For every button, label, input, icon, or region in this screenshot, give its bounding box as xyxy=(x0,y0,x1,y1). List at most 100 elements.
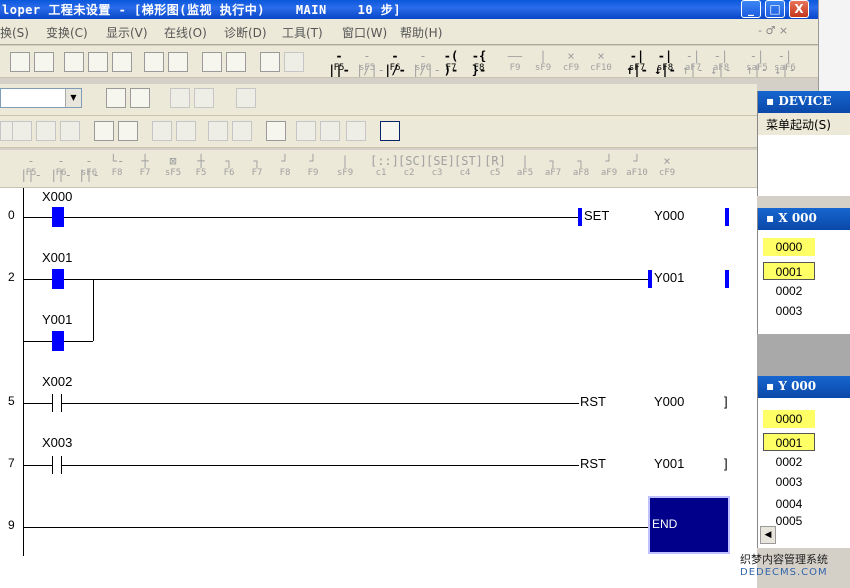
search-step-icon[interactable] xyxy=(112,52,132,72)
y-item-0004[interactable]: 0004 xyxy=(763,495,815,513)
tool-delete-line-icon[interactable]: × cF9 xyxy=(656,154,678,182)
tool-delete-icon[interactable]: ⊠ sF5 xyxy=(162,154,184,182)
sfc-edit-icon[interactable] xyxy=(12,121,32,141)
forced-off-icon[interactable] xyxy=(320,121,340,141)
y-item-0002[interactable]: 0002 xyxy=(763,453,815,471)
menu-item-help[interactable]: 帮助(H) xyxy=(400,24,442,41)
program-select[interactable]: ▼ xyxy=(0,88,82,108)
rising-edge-icon[interactable]: -|↑|- sF7 xyxy=(626,49,648,77)
undo-icon[interactable] xyxy=(10,52,30,72)
find-icon[interactable] xyxy=(266,121,286,141)
maximize-button[interactable]: □ xyxy=(765,0,785,18)
tool-block-icon[interactable]: [::] c1 xyxy=(370,154,399,182)
contact-a-icon[interactable]: -||- F5 xyxy=(328,49,350,77)
tool-branch-icon[interactable]: ┼ F7 xyxy=(134,154,156,182)
parallel-contact-b-icon[interactable]: -|/|- sF6 xyxy=(412,49,441,77)
y-item-0000[interactable]: 0000 xyxy=(763,410,815,428)
tool-corner-c-icon[interactable]: ┘ aF9 xyxy=(598,154,620,182)
y-item-0001[interactable]: 0001 xyxy=(763,433,815,451)
tool-corner-d-icon[interactable]: ┘ aF10 xyxy=(626,154,648,182)
delete-vertical-icon[interactable]: × cF10 xyxy=(590,49,612,77)
falling-edge-icon[interactable]: -|↓|- sF8 xyxy=(654,49,676,77)
scroll-left-icon[interactable]: ◀ xyxy=(760,526,776,544)
tool-sc-icon[interactable]: [SC] c2 xyxy=(398,154,427,182)
tool-vertical-icon[interactable]: | sF9 xyxy=(334,154,356,182)
zoom-in-icon[interactable] xyxy=(202,52,222,72)
contact-b-icon[interactable]: -|/- F6 xyxy=(384,49,406,77)
end-instruction-cursor[interactable]: END xyxy=(648,496,730,554)
menu-item-diagnose[interactable]: 诊断(D) xyxy=(224,24,267,41)
ladder-diagram[interactable]: 0 X000 SET Y000 2 X001 Y001 Y001 5 X002 … xyxy=(0,188,757,588)
parallel-contact-a-icon[interactable]: -|/|- sF5 xyxy=(356,49,385,77)
contact-x001-on[interactable] xyxy=(52,269,64,289)
read-mode-icon[interactable] xyxy=(168,52,188,72)
ladder-view-icon[interactable] xyxy=(106,88,126,108)
tool-se-icon[interactable]: [SE] c3 xyxy=(426,154,455,182)
coil-icon[interactable]: -( )- F7 xyxy=(440,49,462,77)
forced-on-icon[interactable] xyxy=(296,121,316,141)
tool-parallel-div-icon[interactable]: ┘ F8 xyxy=(274,154,296,182)
tool-corner-b-icon[interactable]: ┐ aF8 xyxy=(570,154,592,182)
comment-display-icon[interactable] xyxy=(260,52,280,72)
menu-item-replace[interactable]: 换(S) xyxy=(0,24,29,41)
x-item-0002[interactable]: 0002 xyxy=(763,282,815,300)
tool-parallel-conv-icon[interactable]: ┘ F9 xyxy=(302,154,324,182)
contact-x003-off[interactable] xyxy=(52,456,62,474)
menu-item-online[interactable]: 在线(O) xyxy=(164,24,207,41)
tool-r-icon[interactable]: [R] c5 xyxy=(484,154,506,182)
display-screen-icon[interactable] xyxy=(380,121,400,141)
device-batch-icon[interactable] xyxy=(94,121,114,141)
device-panel-menu[interactable]: 菜单起动(S) xyxy=(758,113,850,135)
menu-item-tools[interactable]: 工具(T) xyxy=(282,24,323,41)
monitor-start-icon[interactable] xyxy=(152,121,172,141)
redo-icon[interactable] xyxy=(34,52,54,72)
tool-jump-icon[interactable]: └- F8 xyxy=(106,154,128,182)
zoom-out-icon[interactable] xyxy=(226,52,246,72)
mdi-window-controls[interactable]: - ♂ × xyxy=(758,24,788,37)
minimize-button[interactable]: _ xyxy=(741,0,761,18)
falling-pulse-icon[interactable]: -|↓|- saF6 xyxy=(774,49,796,77)
x-item-0003[interactable]: 0003 xyxy=(763,302,815,320)
menu-item-convert[interactable]: 变换(C) xyxy=(46,24,88,41)
tool-divergence-icon[interactable]: ┐ F6 xyxy=(218,154,240,182)
settings-icon[interactable] xyxy=(284,52,304,72)
tool-contact-a-icon[interactable]: -||- F5 xyxy=(20,154,42,182)
application-instruction-icon[interactable]: -{ }- F8 xyxy=(468,49,490,77)
sfc-transition-icon[interactable] xyxy=(60,121,80,141)
monitor-icon[interactable] xyxy=(118,121,138,141)
chevron-down-icon[interactable]: ▼ xyxy=(65,89,81,107)
tool-corner-a-icon[interactable]: ┐ aF7 xyxy=(542,154,564,182)
close-button[interactable]: X xyxy=(789,0,809,18)
parallel-rising-edge-icon[interactable]: -|↑|- aF7 xyxy=(682,49,704,77)
sfc-step-icon[interactable] xyxy=(36,121,56,141)
tool-line-icon[interactable]: | aF5 xyxy=(514,154,536,182)
tool-parallel-icon[interactable]: -||- sF6 xyxy=(78,154,100,182)
rising-pulse-icon[interactable]: -|↑|- saF5 xyxy=(746,49,768,77)
search-device-icon[interactable] xyxy=(64,52,84,72)
contact-x002-off[interactable] xyxy=(52,394,62,412)
tool-selection-icon[interactable]: ┼ F5 xyxy=(190,154,212,182)
search-instruction-icon[interactable] xyxy=(88,52,108,72)
sfc-view-icon[interactable] xyxy=(130,88,150,108)
monitor-stop-icon[interactable] xyxy=(176,121,196,141)
x-item-0000[interactable]: 0000 xyxy=(763,238,815,256)
menu-item-window[interactable]: 窗口(W) xyxy=(342,24,387,41)
tool-st-icon[interactable]: [ST] c4 xyxy=(454,154,483,182)
x-item-0001[interactable]: 0001 xyxy=(763,262,815,280)
menu-item-view[interactable]: 显示(V) xyxy=(106,24,148,41)
horizontal-line-icon[interactable]: —— F9 xyxy=(504,49,526,77)
test-icon[interactable] xyxy=(232,121,252,141)
change-value-icon[interactable] xyxy=(346,121,366,141)
vertical-line-icon[interactable]: | sF9 xyxy=(532,49,554,77)
contact-y001-on[interactable] xyxy=(52,331,64,351)
entry-monitor-icon[interactable] xyxy=(208,121,228,141)
tool-convergence-icon[interactable]: ┐ F7 xyxy=(246,154,268,182)
delete-horizontal-icon[interactable]: × cF9 xyxy=(560,49,582,77)
contact-x000-on[interactable] xyxy=(52,207,64,227)
parallel-falling-edge-icon[interactable]: -|↓|- aF8 xyxy=(710,49,732,77)
write-mode-icon[interactable] xyxy=(144,52,164,72)
device-list-icon[interactable] xyxy=(194,88,214,108)
comment-edit-icon[interactable] xyxy=(236,88,256,108)
y-item-0005[interactable]: 0005 xyxy=(763,514,815,526)
tool-contact-b-icon[interactable]: -||- F6 xyxy=(50,154,72,182)
